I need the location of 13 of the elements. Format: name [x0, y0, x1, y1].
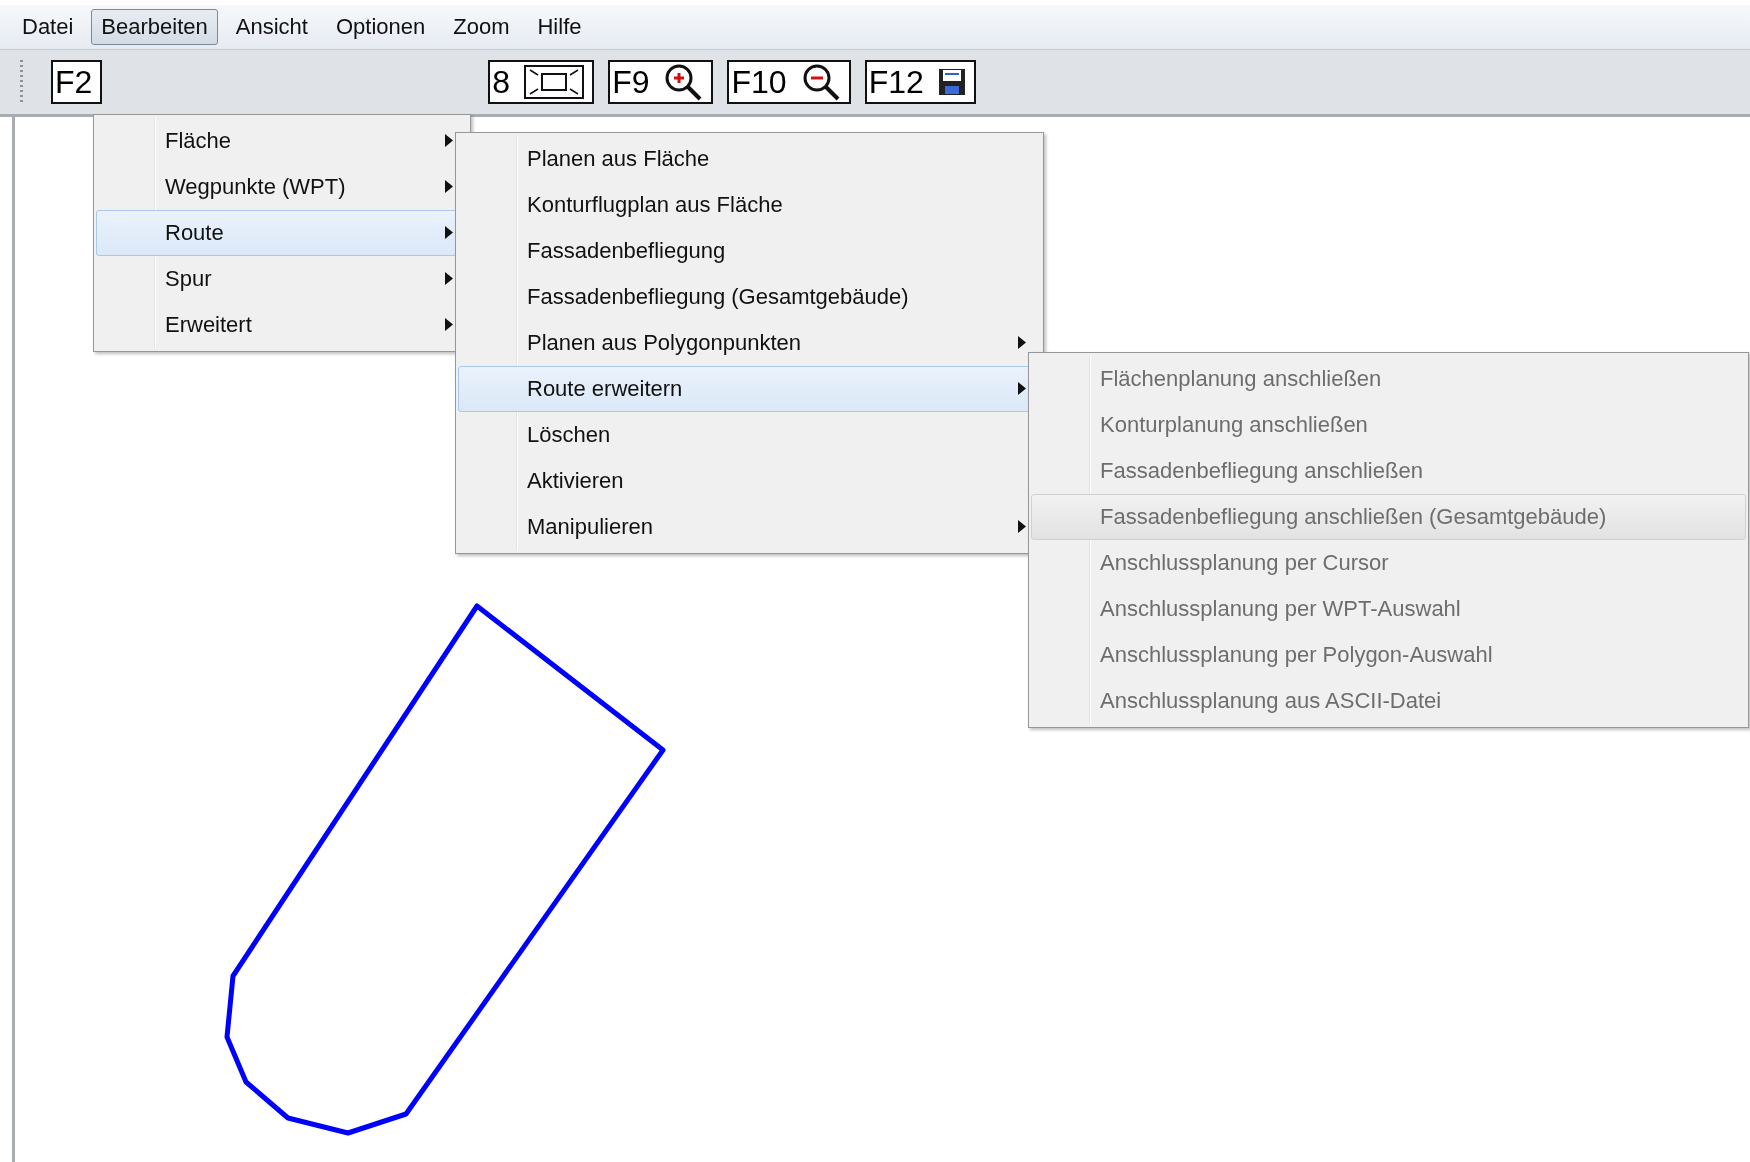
menu-bar-item[interactable]: Ansicht [225, 9, 318, 45]
menu-bar-item[interactable]: Datei [12, 9, 84, 45]
toolbar-button[interactable]: F9 [608, 60, 714, 104]
zoom-in-icon [663, 62, 704, 102]
toolbar-button[interactable]: F2 [51, 60, 103, 104]
toolbar-button[interactable]: F10 [727, 60, 851, 104]
menu-bar-item[interactable]: Optionen [325, 9, 436, 45]
menu-bar-item[interactable]: Zoom [443, 9, 520, 45]
toolbar-button[interactable]: F12 [864, 60, 976, 104]
menu-bar-item[interactable]: Bearbeiten [91, 9, 218, 45]
toolbar-button[interactable]: 8 [488, 60, 595, 104]
fit-to-screen-icon [524, 65, 585, 99]
menu-bar-item[interactable]: Hilfe [527, 9, 592, 45]
